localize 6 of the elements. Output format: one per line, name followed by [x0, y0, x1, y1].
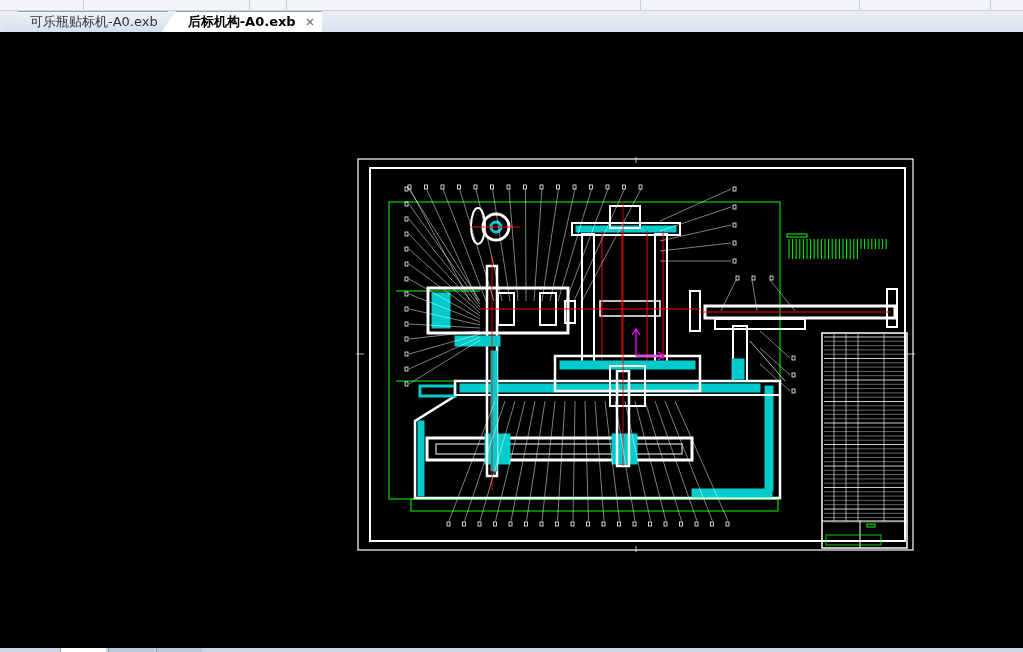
- close-icon[interactable]: [305, 18, 314, 26]
- layout-tab[interactable]: [108, 648, 154, 652]
- document-tab[interactable]: 可乐瓶贴标机-A0.exb: [4, 11, 168, 32]
- layout-tab[interactable]: [156, 648, 202, 652]
- layout-tab[interactable]: [60, 648, 106, 652]
- document-tab[interactable]: 后标机构-A0.exb: [161, 11, 322, 32]
